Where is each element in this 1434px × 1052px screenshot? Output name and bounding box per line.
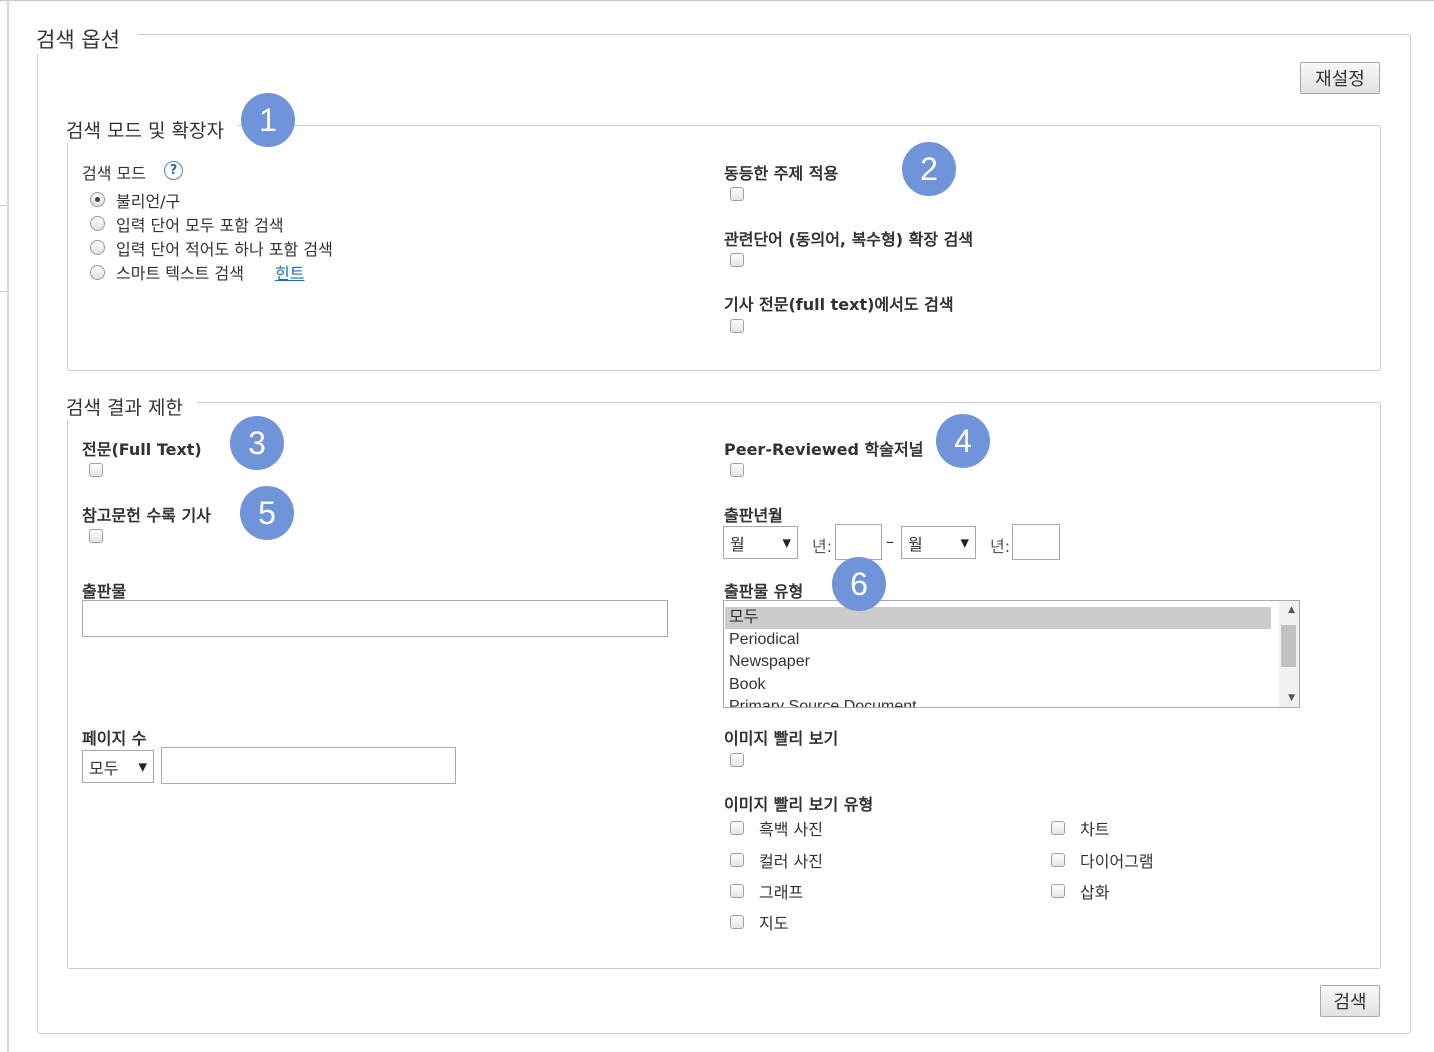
image-types-label: 이미지 빨리 보기 유형 xyxy=(724,795,874,814)
left-panel-edge xyxy=(0,205,7,292)
image-type-checkbox[interactable] xyxy=(730,884,744,898)
image-type-checkbox[interactable] xyxy=(1051,853,1065,867)
date-range-dash: – xyxy=(886,532,894,551)
window-top-border xyxy=(0,0,1434,1)
peer-reviewed-checkbox[interactable] xyxy=(730,463,744,477)
equivalent-subjects-checkbox[interactable] xyxy=(730,187,744,201)
radio-boolean[interactable] xyxy=(90,192,105,207)
annotation-badge-4: 4 xyxy=(936,414,990,468)
page-count-value: 모두 xyxy=(89,758,119,778)
pub-type-listbox[interactable]: 모두 Periodical Newspaper Book Primary Sou… xyxy=(723,600,1300,708)
image-type-label: 지도 xyxy=(759,914,789,933)
radio-all-words-label: 입력 단어 모두 포함 검색 xyxy=(116,216,284,235)
search-button[interactable]: 검색 xyxy=(1320,985,1380,1017)
window-left-border xyxy=(7,0,9,1052)
limit-section-title: 검색 결과 제한 xyxy=(66,393,197,420)
mode-section-title: 검색 모드 및 확장자 xyxy=(66,116,238,143)
radio-smart-text-label: 스마트 텍스트 검색 xyxy=(116,264,244,283)
pub-type-option[interactable]: Newspaper xyxy=(725,651,1271,673)
end-month-select[interactable]: 월 ▼ xyxy=(901,526,976,559)
pub-type-option[interactable]: Book xyxy=(725,674,1271,696)
radio-smart-text[interactable] xyxy=(90,265,105,280)
related-words-checkbox[interactable] xyxy=(730,253,744,267)
search-options-title: 검색 옵션 xyxy=(36,24,138,54)
end-month-value: 월 xyxy=(908,534,923,554)
image-type-label: 그래프 xyxy=(759,883,804,902)
reset-button[interactable]: 재설정 xyxy=(1300,62,1380,94)
related-words-label: 관련단어 (동의어, 복수형) 확장 검색 xyxy=(724,230,974,249)
pub-type-option[interactable]: Primary Source Document xyxy=(725,696,1271,707)
image-type-checkbox[interactable] xyxy=(1051,884,1065,898)
full-text-label: 전문(Full Text) xyxy=(82,440,202,459)
annotation-badge-3: 3 xyxy=(230,416,284,470)
end-year-input[interactable] xyxy=(1012,524,1060,560)
annotation-badge-6: 6 xyxy=(832,557,886,611)
references-checkbox[interactable] xyxy=(89,529,103,543)
radio-boolean-label: 불리언/구 xyxy=(116,192,181,211)
image-type-checkbox[interactable] xyxy=(730,915,744,929)
references-label: 참고문헌 수록 기사 xyxy=(82,506,211,525)
end-year-label: 년: xyxy=(990,537,1011,556)
search-mode-label: 검색 모드 xyxy=(82,164,146,183)
publication-input[interactable] xyxy=(82,600,668,637)
scroll-down-icon[interactable]: ▼ xyxy=(1288,693,1295,703)
annotation-badge-2: 2 xyxy=(902,142,956,196)
dropdown-arrow-icon: ▼ xyxy=(960,536,969,549)
annotation-badge-5: 5 xyxy=(240,486,294,540)
full-text-search-label: 기사 전문(full text)에서도 검색 xyxy=(724,295,954,314)
start-year-label: 년: xyxy=(812,537,833,556)
help-icon[interactable]: ? xyxy=(164,161,183,180)
image-quickview-checkbox[interactable] xyxy=(730,753,744,767)
image-type-checkbox[interactable] xyxy=(1051,821,1065,835)
full-text-checkbox[interactable] xyxy=(89,463,103,477)
equivalent-subjects-label: 동등한 주제 적용 xyxy=(724,164,839,183)
radio-all-words[interactable] xyxy=(90,216,105,231)
pub-type-option[interactable]: 모두 xyxy=(725,607,1271,629)
publication-label: 출판물 xyxy=(82,582,127,601)
start-month-value: 월 xyxy=(730,534,745,554)
page-count-label: 페이지 수 xyxy=(82,729,147,748)
image-type-label: 차트 xyxy=(1080,820,1110,839)
full-text-search-checkbox[interactable] xyxy=(730,319,744,333)
scroll-up-icon[interactable]: ▲ xyxy=(1288,605,1295,615)
scrollbar-thumb[interactable] xyxy=(1281,625,1296,667)
annotation-badge-1: 1 xyxy=(241,93,295,147)
page-count-input[interactable] xyxy=(161,747,456,784)
dropdown-arrow-icon: ▼ xyxy=(782,536,791,549)
image-type-label: 다이어그램 xyxy=(1080,852,1154,871)
image-type-label: 삽화 xyxy=(1080,883,1110,902)
dropdown-arrow-icon: ▼ xyxy=(138,760,147,773)
pub-date-label: 출판년월 xyxy=(724,506,783,525)
peer-reviewed-label: Peer-Reviewed 학술저널 xyxy=(724,440,924,459)
pub-type-label: 출판물 유형 xyxy=(724,582,804,601)
image-type-label: 컬러 사진 xyxy=(759,852,823,871)
listbox-scrollbar[interactable]: ▲ ▼ xyxy=(1279,601,1299,707)
image-type-checkbox[interactable] xyxy=(730,853,744,867)
start-year-input[interactable] xyxy=(835,524,882,560)
start-month-select[interactable]: 월 ▼ xyxy=(723,526,798,559)
radio-any-word-label: 입력 단어 적어도 하나 포함 검색 xyxy=(116,240,333,259)
image-type-label: 흑백 사진 xyxy=(759,820,823,839)
image-type-checkbox[interactable] xyxy=(730,821,744,835)
pub-type-option[interactable]: Periodical xyxy=(725,629,1271,651)
radio-any-word[interactable] xyxy=(90,240,105,255)
image-quickview-label: 이미지 빨리 보기 xyxy=(724,729,839,748)
hint-link[interactable]: 힌트 xyxy=(275,260,304,284)
page-count-select[interactable]: 모두 ▼ xyxy=(82,750,154,783)
